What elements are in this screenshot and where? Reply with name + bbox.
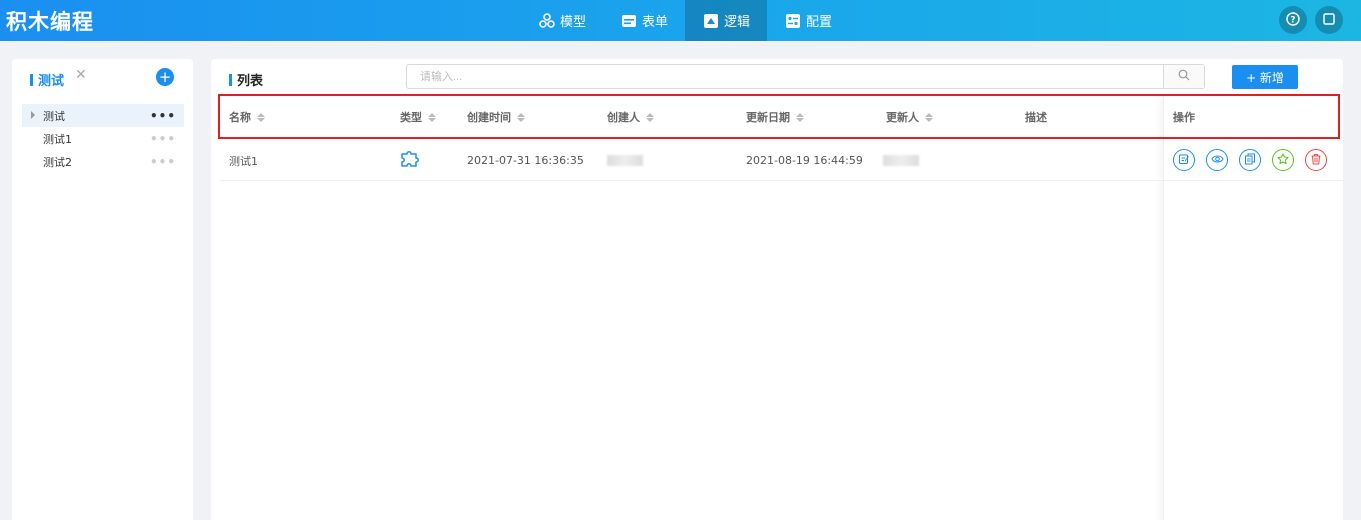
search-icon bbox=[1178, 69, 1190, 84]
list-title: 列表 bbox=[229, 70, 263, 89]
view-button[interactable] bbox=[1206, 149, 1228, 171]
tree-item[interactable]: 测试2 ••• bbox=[22, 150, 184, 173]
app-title: 积木编程 bbox=[6, 10, 94, 34]
main-panel: 列表 + 新增 名称 类型 创建时间 创建人 更新日期 bbox=[211, 59, 1343, 520]
cell-updated-at: 2021-08-19 16:44:59 bbox=[746, 154, 863, 167]
window-icon bbox=[1323, 12, 1335, 28]
nav-label: 模型 bbox=[560, 15, 587, 30]
publish-button[interactable] bbox=[1272, 149, 1294, 171]
nav-label: 逻辑 bbox=[724, 15, 751, 30]
sort-icon[interactable] bbox=[428, 112, 436, 122]
nav-item-form[interactable]: 表单 bbox=[603, 0, 685, 41]
main-nav: 模型 表单 逻辑 配置 bbox=[521, 0, 849, 41]
sort-icon[interactable] bbox=[646, 112, 654, 122]
edit-button[interactable] bbox=[1173, 149, 1195, 171]
cell-updater bbox=[883, 140, 919, 181]
edit-icon bbox=[1178, 153, 1190, 168]
cell-name: 测试1 bbox=[229, 154, 258, 168]
sort-icon[interactable] bbox=[517, 112, 525, 122]
svg-text:?: ? bbox=[1290, 15, 1295, 25]
delete-button[interactable] bbox=[1305, 149, 1327, 171]
column-label: 描述 bbox=[1025, 111, 1047, 124]
sidebar-panel: 测试 ✕ + 测试 ••• 测试1 ••• 测试2 ••• bbox=[12, 59, 193, 520]
cell-creator bbox=[607, 140, 643, 181]
column-header-desc: 描述 bbox=[1025, 95, 1047, 139]
column-label: 名称 bbox=[229, 111, 251, 124]
nav-item-logic[interactable]: 逻辑 bbox=[685, 0, 768, 41]
blurred-user bbox=[607, 155, 643, 166]
column-label: 更新日期 bbox=[746, 111, 790, 124]
help-icon: ? bbox=[1286, 11, 1300, 29]
table-header: 名称 类型 创建时间 创建人 更新日期 更新人 描述 操作 bbox=[220, 95, 1343, 139]
add-button[interactable]: + 新增 bbox=[1232, 65, 1298, 89]
form-icon bbox=[620, 12, 638, 30]
sort-icon[interactable] bbox=[257, 112, 265, 122]
row-actions bbox=[1173, 149, 1327, 171]
cell-type bbox=[400, 140, 422, 181]
list-title-text: 列表 bbox=[237, 74, 264, 89]
cell-created-at: 2021-07-31 16:36:35 bbox=[467, 154, 584, 167]
add-group-button[interactable]: + bbox=[156, 68, 174, 86]
nav-item-config[interactable]: 配置 bbox=[767, 0, 849, 41]
copy-button[interactable] bbox=[1239, 149, 1261, 171]
column-label: 创建时间 bbox=[467, 111, 511, 124]
more-icon[interactable]: ••• bbox=[150, 132, 176, 146]
column-label: 创建人 bbox=[607, 111, 640, 124]
more-icon[interactable]: ••• bbox=[150, 155, 176, 169]
caret-right-icon[interactable] bbox=[31, 111, 35, 119]
nav-label: 表单 bbox=[642, 15, 669, 30]
logic-icon bbox=[702, 12, 720, 30]
publish-icon bbox=[1277, 153, 1289, 168]
column-header-updated-at[interactable]: 更新日期 bbox=[746, 95, 804, 139]
sort-icon[interactable] bbox=[925, 112, 933, 122]
tree-item-label: 测试1 bbox=[43, 132, 72, 146]
puzzle-icon bbox=[400, 150, 422, 171]
nav-label: 配置 bbox=[806, 15, 833, 30]
column-header-type[interactable]: 类型 bbox=[400, 95, 436, 139]
column-label: 类型 bbox=[400, 111, 422, 124]
column-header-name[interactable]: 名称 bbox=[229, 95, 265, 139]
tree-item[interactable]: 测试1 ••• bbox=[22, 127, 184, 150]
title-bar-decoration bbox=[229, 73, 232, 86]
sort-icon[interactable] bbox=[796, 112, 804, 122]
sidebar-title-text[interactable]: 测试 bbox=[38, 70, 64, 89]
config-icon bbox=[784, 12, 802, 30]
view-icon bbox=[1210, 153, 1224, 167]
top-header: 积木编程 模型 表单 逻辑 配置 ? bbox=[0, 0, 1361, 41]
sidebar-title: 测试 bbox=[30, 70, 64, 89]
column-header-updater[interactable]: 更新人 bbox=[886, 95, 933, 139]
tree-item-label: 测试2 bbox=[43, 155, 72, 169]
column-header-created-at[interactable]: 创建时间 bbox=[467, 95, 525, 139]
tree-item[interactable]: 测试 ••• bbox=[22, 104, 184, 127]
column-header-creator[interactable]: 创建人 bbox=[607, 95, 654, 139]
search-button[interactable] bbox=[1163, 65, 1204, 88]
model-icon bbox=[538, 12, 556, 30]
search-box bbox=[406, 64, 1205, 89]
tree-item-label: 测试 bbox=[43, 109, 65, 123]
column-label: 操作 bbox=[1173, 111, 1195, 124]
column-label: 更新人 bbox=[886, 111, 919, 124]
window-button[interactable] bbox=[1315, 6, 1343, 34]
search-input[interactable] bbox=[407, 65, 1163, 88]
more-icon[interactable]: ••• bbox=[150, 109, 176, 123]
column-header-ops: 操作 bbox=[1173, 95, 1195, 139]
help-button[interactable]: ? bbox=[1279, 6, 1307, 34]
blurred-user bbox=[883, 155, 919, 166]
group-tree: 测试 ••• 测试1 ••• 测试2 ••• bbox=[22, 104, 184, 173]
copy-icon bbox=[1244, 153, 1256, 168]
close-icon[interactable]: ✕ bbox=[75, 67, 87, 83]
nav-item-model[interactable]: 模型 bbox=[521, 0, 603, 41]
delete-icon bbox=[1310, 153, 1322, 168]
title-bar-decoration bbox=[30, 73, 33, 86]
